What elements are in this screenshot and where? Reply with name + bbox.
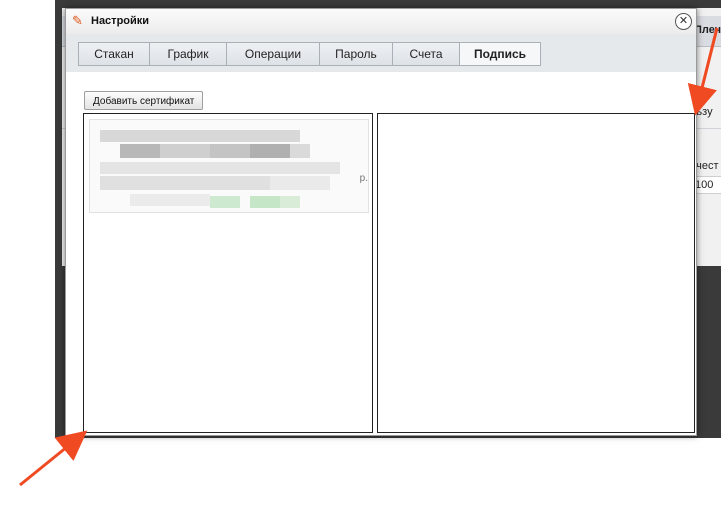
annotation-arrows: [19, 27, 719, 487]
arrow-pointing-bottom-left: [19, 430, 88, 487]
arrow-pointing-right-edge: [687, 27, 719, 116]
